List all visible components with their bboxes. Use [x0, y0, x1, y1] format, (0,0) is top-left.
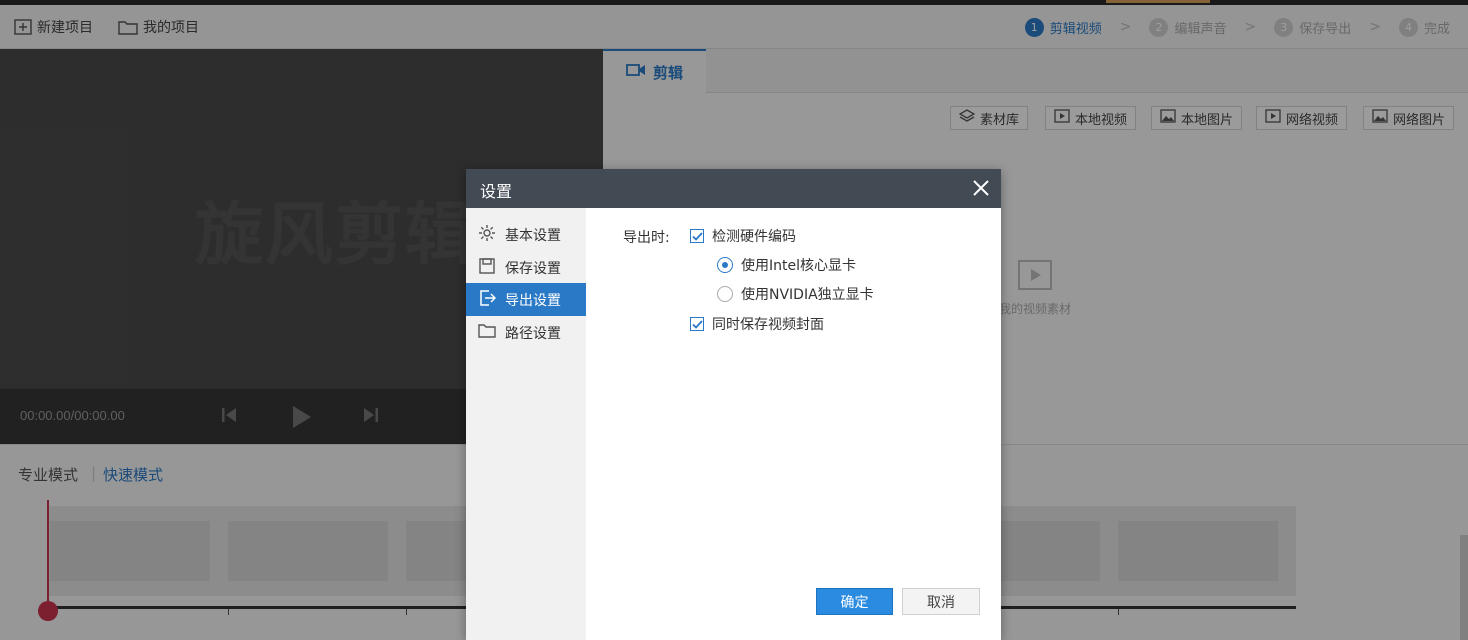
nav-label: 路径设置 — [505, 325, 561, 342]
cancel-button[interactable]: 取消 — [902, 588, 980, 615]
close-icon[interactable] — [971, 178, 991, 198]
radio-selected-icon — [717, 257, 733, 273]
nav-save-settings[interactable]: 保存设置 — [466, 251, 586, 284]
checkbox-checked-icon — [690, 229, 704, 243]
dialog-title: 设置 — [480, 182, 513, 201]
detect-hw-encoding-checkbox[interactable]: 检测硬件编码 — [690, 226, 796, 246]
checkbox-checked-icon — [690, 317, 704, 331]
nav-path-settings[interactable]: 路径设置 — [466, 316, 586, 349]
use-nvidia-gpu-radio[interactable]: 使用NVIDIA独立显卡 — [717, 284, 874, 304]
dialog-titlebar: 设置 — [466, 169, 1001, 208]
export-label: 导出时: — [623, 230, 670, 246]
folder-icon — [478, 323, 496, 343]
gear-icon — [478, 224, 496, 246]
option-label: 使用Intel核心显卡 — [741, 258, 856, 274]
nav-basic-settings[interactable]: 基本设置 — [466, 218, 586, 251]
nav-export-settings[interactable]: 导出设置 — [466, 283, 586, 316]
settings-nav: 基本设置 保存设置 导出设置 路径设置 — [466, 208, 586, 640]
option-label: 检测硬件编码 — [712, 229, 796, 245]
export-settings-panel: 导出时: 检测硬件编码 使用Intel核心显卡 使用NVIDIA独立显卡 同时保… — [586, 208, 1001, 640]
export-icon — [478, 289, 497, 311]
save-cover-checkbox[interactable]: 同时保存视频封面 — [690, 314, 824, 334]
nav-label: 基本设置 — [505, 227, 561, 244]
save-icon — [478, 257, 496, 279]
option-label: 使用NVIDIA独立显卡 — [741, 287, 874, 303]
option-label: 同时保存视频封面 — [712, 317, 824, 333]
nav-label: 保存设置 — [505, 260, 561, 277]
nav-label: 导出设置 — [505, 292, 561, 309]
radio-unselected-icon — [717, 286, 733, 302]
settings-dialog: 设置 基本设置 保存设置 导出设置 路径设置 导出时: 检测硬件编码 使用Int… — [466, 169, 1001, 640]
confirm-button[interactable]: 确定 — [816, 588, 893, 615]
use-intel-gpu-radio[interactable]: 使用Intel核心显卡 — [717, 255, 856, 275]
